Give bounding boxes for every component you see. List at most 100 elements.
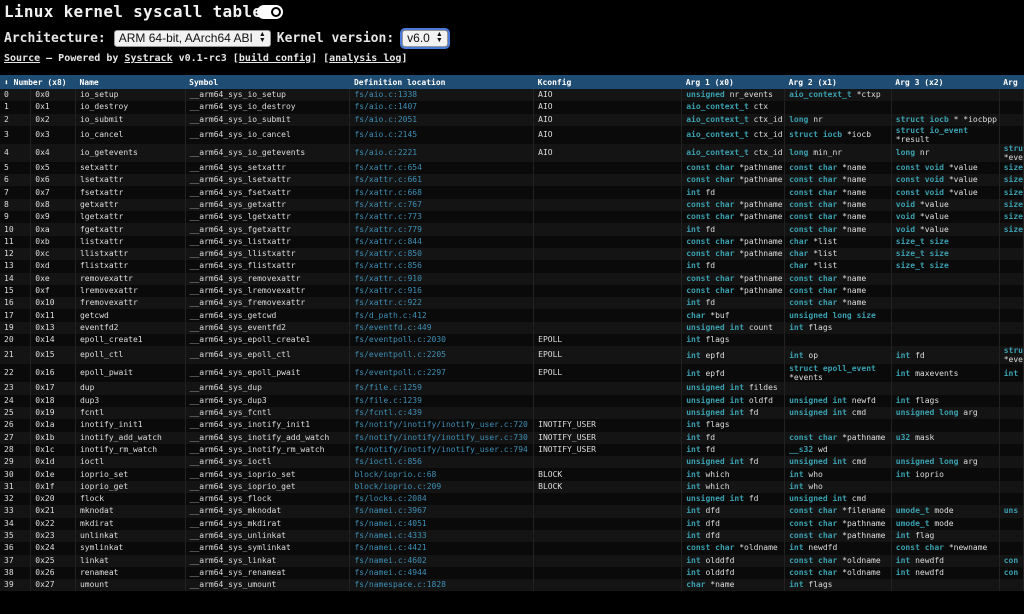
cell-location[interactable]: fs/fcntl.c:439 [349,406,535,420]
cell-arg1: const char *pathname [681,284,786,298]
cell-location[interactable]: fs/aio.c:2221 [349,143,535,162]
cell-location[interactable]: fs/namei.c:4333 [349,529,535,543]
column-header-kconfig[interactable]: Kconfig [533,75,682,89]
cell-location[interactable]: fs/xattr.c:773 [349,211,535,224]
cell-location[interactable]: fs/namei.c:4602 [349,554,535,567]
cell-location[interactable]: fs/aio.c:2145 [349,125,535,144]
column-header-arg1[interactable]: Arg 1 (x0) [681,75,785,89]
cell-arg1: int epfd [681,364,786,383]
powered-by-text: – Powered by [40,53,125,64]
cell-location[interactable]: fs/aio.c:1338 [349,89,535,102]
cell-arg1: char *name [681,579,786,592]
cell-name: epoll_pwait [75,364,186,383]
cell-location[interactable]: fs/xattr.c:910 [349,272,535,285]
cell-location[interactable]: fs/xattr.c:916 [349,284,535,298]
cell-location[interactable]: fs/notify/inotify/inotify_user.c:720 [349,419,535,432]
theme-toggle[interactable] [257,5,283,19]
links-end: ] [401,53,408,64]
cell-arg2: const char *oldname [784,566,892,580]
cell-arg4: size [999,161,1024,175]
cell-location[interactable]: fs/eventpoll.c:2205 [349,346,535,365]
cell-name: llistxattr [75,247,186,261]
cell-hex: 0x1b [30,431,76,444]
cell-location[interactable]: fs/namei.c:3967 [349,505,535,518]
cell-name: lremovexattr [75,284,186,298]
cell-location[interactable]: fs/xattr.c:844 [349,235,535,248]
architecture-select[interactable]: ARM 64-bit, AArch64 ABI ▲ ▼ [113,29,271,47]
cell-location[interactable]: fs/file.c:1239 [349,394,535,407]
cell-location[interactable]: fs/file.c:1259 [349,382,535,395]
cell-location[interactable]: fs/xattr.c:850 [349,247,535,261]
cell-arg1: aio_context_t ctx_id [681,143,786,162]
cell-kconfig [533,235,683,248]
build-config-link[interactable]: build config [239,53,311,64]
cell-symbol: __arm64_sys_getcwd [185,309,351,322]
cell-location[interactable]: fs/aio.c:2051 [349,113,535,126]
cell-location[interactable]: fs/locks.c:2084 [349,493,535,506]
cell-arg2: const char *name [784,223,892,236]
cell-symbol: __arm64_sys_renameat [185,566,351,580]
cell-arg3: size_t size [891,247,1000,261]
cell-location[interactable]: fs/xattr.c:654 [349,161,535,175]
cell-symbol: __arm64_sys_inotify_init1 [185,419,351,432]
cell-location[interactable]: fs/eventpoll.c:2030 [349,334,535,347]
cell-location[interactable]: fs/notify/inotify/inotify_user.c:730 [349,431,535,444]
cell-arg2: const char *name [784,211,892,224]
cell-location[interactable]: fs/xattr.c:661 [349,174,535,187]
cell-location[interactable]: block/ioprio.c:209 [349,480,535,494]
cell-location[interactable]: fs/eventfd.c:449 [349,321,535,335]
cell-hex: 0xe [30,272,76,285]
column-header-symbol[interactable]: Symbol [185,75,350,89]
column-header-arg3[interactable]: Arg 3 (x2) [891,75,1000,89]
cell-arg1: const char *pathname [681,272,786,285]
cell-kconfig [533,542,683,555]
systrack-link[interactable]: Systrack [124,53,172,64]
cell-location[interactable]: fs/eventpoll.c:2297 [349,364,535,383]
cell-location[interactable]: fs/namei.c:4051 [349,517,535,530]
cell-location[interactable]: fs/namei.c:4944 [349,566,535,580]
cell-location[interactable]: fs/xattr.c:668 [349,186,535,199]
cell-location[interactable]: fs/namei.c:4421 [349,542,535,555]
cell-hex: 0xf [30,284,76,298]
cell-kconfig: AIO [533,113,683,126]
cell-hex: 0x14 [30,334,76,347]
table-row: 7 0x7 fsetxattr __arm64_sys_fsetxattr fs/xat… [0,186,1024,199]
cell-location[interactable]: fs/xattr.c:922 [349,297,535,310]
kernel-version-select[interactable]: v6.0 ▲ ▼ [400,27,450,49]
cell-location[interactable]: fs/xattr.c:779 [349,223,535,236]
table-row: 32 0x20 flock __arm64_sys_flock fs/locks.c:2… [0,493,1024,506]
cell-number: 27 [0,431,32,444]
cell-hex: 0x1f [30,480,76,494]
cell-arg2: int newdfd [784,542,892,555]
cell-arg4: con [999,554,1024,567]
column-header-number[interactable]: ⬍ Number (x8) [0,75,76,89]
column-header-arg2[interactable]: Arg 2 (x1) [784,75,892,89]
cell-arg4 [999,517,1024,530]
column-header-arg4[interactable]: Arg [999,75,1024,89]
cell-arg4 [999,394,1024,407]
cell-number: 22 [0,364,32,383]
source-link[interactable]: Source [4,53,40,64]
cell-location[interactable]: fs/namespace.c:1828 [349,579,535,592]
analysis-log-link[interactable]: analysis log [329,53,401,64]
cell-location[interactable]: fs/d_path.c:412 [349,309,535,322]
cell-location[interactable]: fs/ioctl.c:856 [349,456,535,469]
cell-arg4 [999,309,1024,322]
cell-name: flistxattr [75,260,186,273]
cell-arg4 [999,419,1024,432]
cell-arg3: int maxevents [891,364,1000,383]
cell-hex: 0x1c [30,443,76,457]
table-row: 24 0x18 dup3 __arm64_sys_dup3 fs/file.c:1239… [0,394,1024,407]
cell-location[interactable]: block/ioprio.c:68 [349,468,535,481]
cell-kconfig: INOTIFY_USER [533,431,683,444]
cell-number: 33 [0,505,32,518]
cell-arg1: unsigned int count [681,321,786,335]
cell-location[interactable]: fs/xattr.c:767 [349,198,535,212]
column-header-location[interactable]: Definition location [349,75,534,89]
cell-location[interactable]: fs/aio.c:1407 [349,101,535,114]
cell-location[interactable]: fs/notify/inotify/inotify_user.c:794 [349,443,535,457]
cell-location[interactable]: fs/xattr.c:856 [349,260,535,273]
cell-name: lgetxattr [75,211,186,224]
cell-kconfig [533,297,683,310]
column-header-name[interactable]: Name [75,75,186,89]
